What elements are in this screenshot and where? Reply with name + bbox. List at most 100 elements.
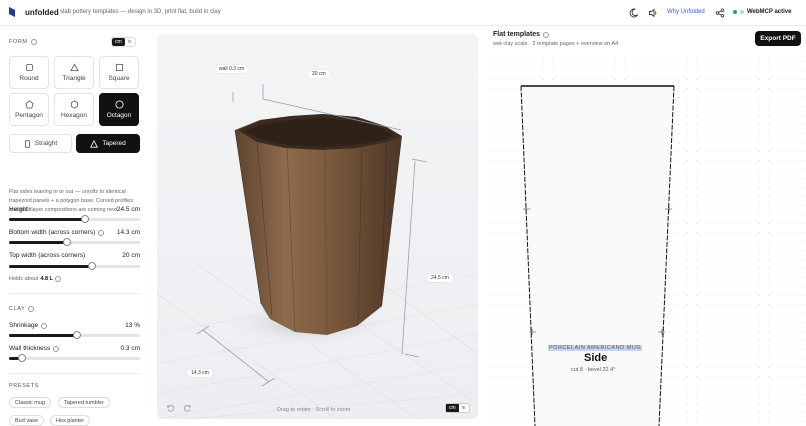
shape-triangle[interactable]: Triangle — [54, 56, 94, 89]
speaker-icon[interactable] — [648, 8, 658, 18]
slider-fill — [9, 241, 67, 244]
profile-label: Straight — [34, 140, 58, 147]
info-icon[interactable] — [30, 39, 37, 45]
shape-label: Octagon — [106, 112, 132, 119]
template-sheet[interactable]: PORCELAIN AMERICANO MUG Side cut 8 · bev… — [485, 57, 806, 426]
shape-octagon[interactable]: Octagon — [99, 93, 139, 126]
slider-handle[interactable] — [87, 262, 96, 270]
3d-viewer[interactable]: wall 0.3 cm 20 cm 24.5 cm 14.3 cm Drag t… — [157, 34, 478, 419]
capacity-readout: Holds about 4.8 L — [9, 276, 61, 282]
height-label: Height — [9, 206, 28, 213]
dim-wall-label: wall 0.3 cm — [215, 65, 249, 73]
shape-label: Round — [19, 75, 39, 82]
top-width-slider[interactable] — [9, 262, 140, 270]
dim-height-label: 24.5 cm — [427, 274, 453, 282]
viewer-hint: Drag to rotate · Scroll to zoom — [277, 407, 351, 413]
slider-handle[interactable] — [62, 238, 71, 246]
presets-section-label: PRESETS — [9, 383, 39, 389]
top-width-label-text: Top width (across corners) — [9, 252, 86, 259]
status-dot-icon — [740, 10, 744, 14]
export-pdf-button[interactable]: Export PDF — [755, 31, 801, 46]
profile-tapered[interactable]: Tapered — [76, 134, 140, 153]
status-dot-icon — [733, 10, 737, 14]
info-icon[interactable] — [28, 306, 35, 312]
why-unfolded-link[interactable]: Why Unfolded — [667, 9, 705, 15]
templates-panel: Flat templates wet-clay scale · 2 templa… — [485, 27, 806, 426]
vessel-render[interactable] — [157, 34, 478, 419]
profile-label: Tapered — [102, 140, 126, 147]
shape-label: Hexagon — [60, 112, 88, 119]
capacity-prefix: Holds about — [9, 276, 39, 282]
shape-round[interactable]: Round — [9, 56, 49, 89]
panel-detail: cut 8 · bevel 22.4° — [571, 367, 616, 373]
info-icon[interactable] — [41, 322, 48, 329]
shape-square[interactable]: Square — [99, 56, 139, 89]
shape-hexagon[interactable]: Hexagon — [54, 93, 94, 126]
info-icon[interactable] — [98, 229, 105, 236]
preset-classic-mug[interactable]: Classic mug — [9, 397, 51, 408]
top-bar: unfolded slab pottery templates — design… — [0, 0, 806, 26]
rectangle-icon — [24, 139, 30, 148]
panel-name: Side — [584, 352, 608, 364]
height-slider[interactable] — [9, 215, 140, 223]
divider — [9, 293, 140, 294]
unit-in[interactable]: in — [125, 38, 135, 46]
form-label-text: FORM — [9, 39, 28, 45]
shrinkage-slider[interactable] — [9, 331, 140, 339]
bottom-width-slider[interactable] — [9, 238, 140, 246]
slider-handle[interactable] — [73, 331, 82, 339]
shrinkage-value: 13 % — [125, 322, 140, 329]
preset-hex-planter[interactable]: Hex planter — [50, 415, 91, 426]
viewer-unit-in[interactable]: in — [459, 404, 469, 412]
wall-thickness-slider[interactable] — [9, 354, 140, 362]
unit-cm[interactable]: cm — [112, 38, 125, 46]
side-panel-outline — [520, 85, 675, 426]
form-unit-toggle[interactable]: cm in — [111, 37, 136, 47]
viewer-unit-toggle[interactable]: cm in — [445, 403, 470, 413]
wall-thickness-label-text: Wall thickness — [9, 345, 51, 352]
shape-pentagon[interactable]: Pentagon — [9, 93, 49, 126]
wall-thickness-label: Wall thickness — [9, 345, 60, 352]
viewer-unit-cm[interactable]: cm — [446, 404, 459, 412]
presets-label-text: PRESETS — [9, 383, 39, 389]
sidebar: FORM cm in Round Triangle Square Pentago… — [0, 27, 148, 426]
webmcp-status-label: WebMCP active — [747, 9, 792, 15]
redo-icon[interactable] — [184, 404, 192, 412]
slider-fill — [9, 334, 78, 337]
triangle-icon — [90, 139, 99, 148]
preset-bud-vase[interactable]: Bud vase — [9, 415, 44, 426]
slider-handle[interactable] — [80, 215, 89, 223]
vessel-body — [234, 114, 402, 335]
templates-title-text: Flat templates — [493, 31, 541, 38]
bottom-width-label: Bottom width (across corners) — [9, 229, 105, 236]
brand-name[interactable]: unfolded — [25, 8, 59, 17]
slider-handle[interactable] — [18, 354, 27, 362]
top-width-value: 20 cm — [122, 252, 140, 259]
info-icon[interactable] — [543, 31, 550, 38]
octagon-icon — [114, 100, 124, 109]
webmcp-status[interactable]: WebMCP active — [733, 9, 791, 15]
square-icon — [115, 63, 123, 72]
slider-fill — [9, 218, 85, 221]
preset-tapered-tumbler[interactable]: Tapered tumbler — [58, 397, 110, 408]
moon-icon[interactable] — [629, 8, 639, 18]
circle-icon — [25, 63, 33, 72]
dim-bottom-label: 14.3 cm — [187, 369, 213, 377]
info-icon[interactable] — [53, 345, 60, 352]
unfolded-logo-icon[interactable] — [8, 7, 16, 17]
info-icon[interactable] — [54, 276, 61, 282]
pentagon-icon — [24, 100, 34, 109]
shape-label: Pentagon — [15, 112, 43, 119]
share-icon[interactable] — [715, 8, 725, 18]
height-label-text: Height — [9, 206, 28, 213]
shrinkage-label-text: Shrinkage — [9, 322, 39, 329]
form-section-label: FORM — [9, 39, 37, 45]
undo-icon[interactable] — [166, 404, 174, 412]
shape-label: Triangle — [62, 75, 86, 82]
tagline: slab pottery templates — design in 3D, p… — [60, 9, 221, 15]
profile-straight[interactable]: Straight — [9, 134, 72, 153]
hexagon-icon — [70, 100, 78, 109]
bottom-width-value: 14.3 cm — [116, 229, 140, 236]
dim-top-label: 20 cm — [308, 70, 330, 78]
clay-section-label: CLAY — [9, 306, 35, 312]
